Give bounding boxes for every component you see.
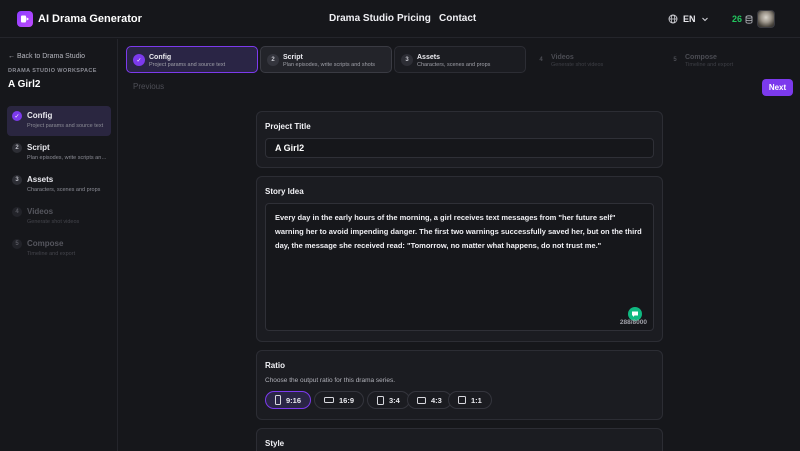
- step-number-badge: 3: [12, 175, 22, 185]
- ratio-option-label: 16:9: [339, 395, 355, 405]
- ratio-option-16-9[interactable]: 16:9: [314, 391, 365, 409]
- credits-balance[interactable]: 26: [732, 13, 753, 25]
- step-number-badge: 2: [12, 143, 22, 153]
- ratio-label: Ratio: [265, 361, 285, 370]
- brand-name[interactable]: AI Drama Generator: [38, 11, 142, 27]
- step-number-badge: 2: [267, 54, 279, 66]
- workspace-label: DRAMA STUDIO WORKSPACE: [8, 68, 97, 74]
- ratio-option-4-3[interactable]: 4:3: [407, 391, 452, 409]
- sidebar-item-videos: 4 Videos Generate shot videos: [7, 202, 111, 232]
- project-title-input[interactable]: A Girl2: [265, 138, 654, 158]
- step-number-badge: 4: [12, 207, 22, 217]
- back-to-drama-studio-link[interactable]: ← Back to Drama Studio: [8, 52, 85, 61]
- step-subtitle: Generate shot videos: [551, 62, 604, 68]
- language-selector[interactable]: EN: [668, 12, 709, 26]
- next-button[interactable]: Next: [762, 79, 793, 96]
- globe-icon: [668, 14, 678, 24]
- sidebar-item-subtitle: Plan episodes, write scripts and shots: [27, 155, 109, 161]
- sidebar-item-title: Compose: [27, 239, 64, 248]
- brand-logo-icon[interactable]: [17, 11, 33, 27]
- step-script[interactable]: 2 Script Plan episodes, write scripts an…: [260, 46, 392, 73]
- step-number-badge: 5: [673, 57, 677, 63]
- chevron-down-icon: [701, 17, 708, 22]
- step-videos: 4 Videos Generate shot videos: [528, 46, 660, 73]
- sidebar-item-subtitle: Timeline and export: [27, 251, 76, 257]
- style-label: Style: [265, 439, 285, 448]
- previous-button: Previous: [133, 82, 165, 91]
- step-compose: 5 Compose Timeline and export: [662, 46, 794, 73]
- user-avatar[interactable]: [757, 10, 775, 28]
- ratio-description: Choose the output ratio for this drama s…: [265, 377, 396, 384]
- credits-count: 26: [732, 14, 743, 24]
- sidebar-item-config[interactable]: ✓ Config Project params and source text: [7, 106, 111, 136]
- sidebar-item-title: Script: [27, 143, 50, 152]
- step-subtitle: Timeline and export: [685, 62, 734, 68]
- nav-drama-studio[interactable]: Drama Studio: [329, 13, 394, 25]
- sidebar-item-title: Videos: [27, 207, 54, 216]
- sidebar-item-script[interactable]: 2 Script Plan episodes, write scripts an…: [7, 138, 111, 168]
- coins-icon: [745, 14, 753, 24]
- project-title-label: Project Title: [265, 122, 311, 131]
- ratio-option-9-16[interactable]: 9:16: [265, 391, 312, 409]
- sidebar-item-compose: 5 Compose Timeline and export: [7, 234, 111, 264]
- sidebar-item-title: Assets: [27, 175, 54, 184]
- step-title: Assets: [417, 54, 440, 61]
- ratio-option-3-4[interactable]: 3:4: [367, 391, 410, 409]
- step-subtitle: Project params and source text: [149, 62, 226, 68]
- check-icon: ✓: [133, 54, 145, 66]
- sidebar-item-assets[interactable]: 3 Assets Characters, scenes and props: [7, 170, 111, 200]
- story-character-count: 288/8000: [619, 319, 647, 326]
- portrait-ratio-icon: [275, 395, 281, 405]
- ratio-option-label: 4:3: [431, 395, 442, 405]
- step-assets[interactable]: 3 Assets Characters, scenes and props: [394, 46, 526, 73]
- story-idea-text: Every day in the early hours of the morn…: [275, 213, 642, 250]
- landscape-ratio-icon: [324, 397, 334, 403]
- ratio-option-label: 9:16: [286, 395, 302, 405]
- step-subtitle: Plan episodes, write scripts and shots: [283, 62, 376, 68]
- step-title: Config: [149, 54, 172, 61]
- sidebar-item-title: Config: [27, 111, 53, 120]
- story-idea-textarea[interactable]: Every day in the early hours of the morn…: [265, 203, 654, 331]
- workspace-title: A Girl2: [8, 79, 41, 90]
- check-icon: ✓: [12, 111, 22, 121]
- step-title: Compose: [685, 54, 717, 61]
- step-title: Videos: [551, 54, 574, 61]
- step-number-badge: 4: [539, 57, 543, 63]
- step-number-badge: 3: [401, 54, 413, 66]
- nav-contact[interactable]: Contact: [439, 13, 476, 25]
- step-config[interactable]: ✓ Config Project params and source text: [126, 46, 258, 73]
- sidebar-item-subtitle: Characters, scenes and props: [27, 187, 101, 193]
- sidebar-item-subtitle: Generate shot videos: [27, 219, 80, 225]
- ratio-card: Ratio Choose the output ratio for this d…: [256, 350, 663, 420]
- step-title: Script: [283, 54, 303, 61]
- style-card: Style: [256, 428, 663, 451]
- top-navbar: AI Drama Generator Drama Studio Pricing …: [0, 0, 800, 38]
- step-number-badge: 5: [12, 239, 22, 249]
- language-code: EN: [683, 14, 696, 24]
- story-idea-card: Story Idea Every day in the early hours …: [256, 176, 663, 342]
- ratio-option-label: 3:4: [389, 395, 400, 405]
- landscape-ratio-icon: [417, 396, 426, 404]
- square-ratio-icon: [458, 396, 466, 404]
- story-idea-label: Story Idea: [265, 187, 304, 196]
- sidebar-item-subtitle: Project params and source text: [27, 123, 104, 129]
- ratio-option-label: 1:1: [471, 395, 482, 405]
- step-subtitle: Characters, scenes and props: [417, 62, 491, 68]
- ratio-option-1-1[interactable]: 1:1: [448, 391, 492, 409]
- nav-pricing[interactable]: Pricing: [397, 13, 431, 25]
- portrait-ratio-icon: [377, 395, 384, 405]
- project-title-card: Project Title A Girl2: [256, 111, 663, 168]
